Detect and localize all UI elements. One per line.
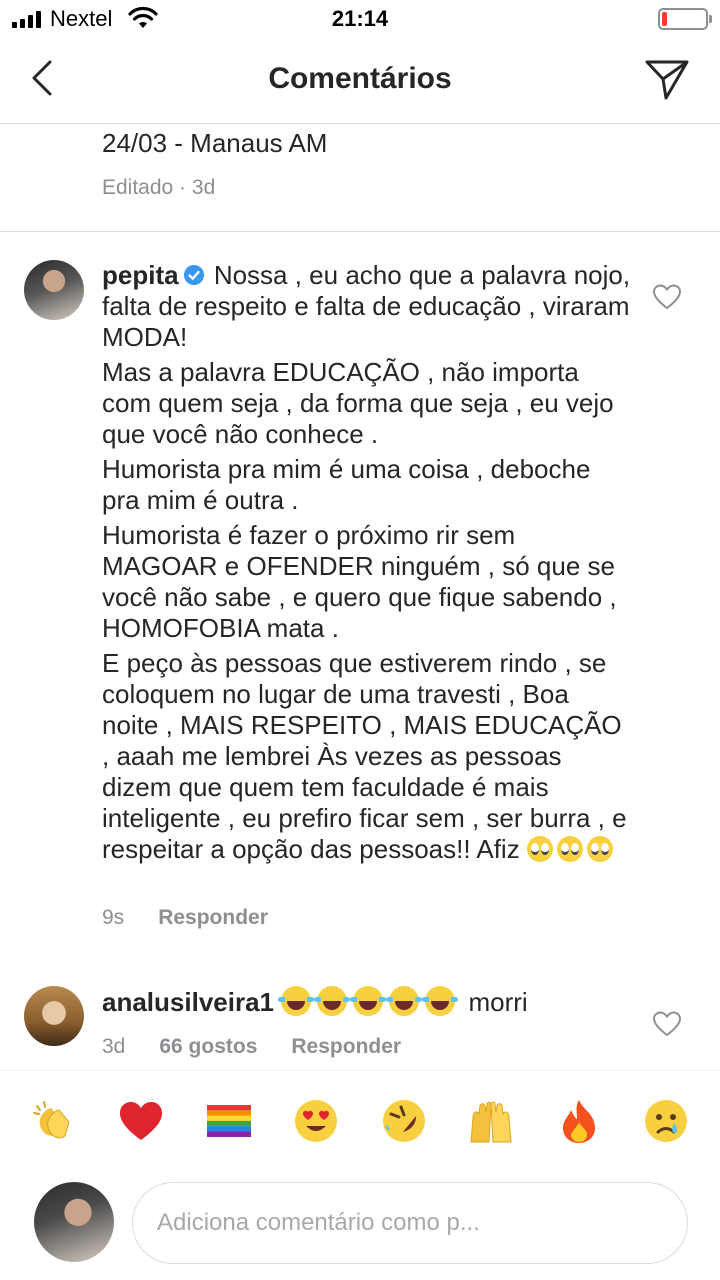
comment-pepita: pepita Nossa , eu acho que a palavra noj… [102, 260, 632, 869]
direct-message-icon[interactable] [642, 54, 692, 104]
current-user-avatar [34, 1182, 114, 1262]
status-bar: Nextel 21:14 [0, 0, 720, 40]
heart-eyes-emoji-button[interactable] [292, 1097, 340, 1145]
caption-text: 24/03 - Manaus AM [102, 128, 328, 158]
rolling-on-floor-laughing-icon [382, 1099, 425, 1142]
rolling-eyes-emoji-icon [556, 836, 583, 862]
fire-emoji-button[interactable] [555, 1097, 603, 1145]
comment-time: 9s [102, 906, 125, 929]
verified-badge-icon [183, 265, 204, 285]
avatar-pepita[interactable] [24, 260, 84, 320]
navigation-header: Comentários [0, 40, 720, 124]
comment-text-part: morri [468, 987, 528, 1017]
username-pepita[interactable]: pepita [102, 260, 179, 290]
page-title: Comentários [268, 62, 452, 95]
comment-input[interactable] [132, 1182, 688, 1264]
raising-hands-icon [470, 1101, 512, 1142]
tears-of-joy-emoji-icon [278, 986, 315, 1016]
comment-actions: 9s Responder [102, 906, 268, 930]
raising-hands-emoji-button[interactable] [467, 1097, 515, 1145]
comment-paragraph: Humorista pra mim é uma coisa , deboche … [102, 454, 591, 515]
divider [0, 231, 720, 232]
comment-actions: 3d 66 gostos Responder [102, 1035, 401, 1059]
comment-paragraph: E peço às pessoas que estiverem rindo , … [102, 648, 632, 865]
battery-icon [658, 8, 712, 30]
like-heart-icon[interactable] [652, 283, 682, 311]
comment-paragraph: Mas a palavra EDUCAÇÃO , não importa com… [102, 357, 614, 449]
comment-analusilveira1: analusilveira1 morri [102, 986, 632, 1022]
rolling-eyes-emoji-icon [526, 836, 553, 862]
like-heart-icon[interactable] [652, 1010, 682, 1038]
avatar-analusilveira1[interactable] [24, 986, 84, 1046]
clapping-hands-icon [32, 1100, 70, 1138]
comment-text-part: E peço às pessoas que estiverem rindo , … [102, 648, 627, 864]
tears-of-joy-emoji-icon [386, 986, 423, 1016]
comment-paragraph: analusilveira1 morri [102, 986, 632, 1018]
crying-face-emoji-button[interactable] [642, 1097, 690, 1145]
red-heart-icon [120, 1101, 163, 1140]
fire-icon [562, 1099, 595, 1143]
comment-paragraph: pepita Nossa , eu acho que a palavra noj… [102, 260, 632, 353]
caption-meta: Editado · 3d [102, 176, 216, 199]
tears-of-joy-emoji-icon [422, 986, 459, 1016]
reply-button[interactable]: Responder [291, 1035, 401, 1059]
heart-eyes-icon [295, 1099, 338, 1142]
tears-of-joy-emoji-icon [350, 986, 387, 1016]
comment-text-part: Nossa , eu acho que a palavra nojo, falt… [102, 260, 631, 352]
clapping-hands-emoji-button[interactable] [30, 1097, 78, 1145]
rofl-emoji-button[interactable] [380, 1097, 428, 1145]
red-heart-emoji-button[interactable] [117, 1097, 165, 1145]
comment-paragraph: Humorista é fazer o próximo rir sem MAGO… [102, 520, 617, 643]
rainbow-flag-icon [206, 1104, 251, 1137]
reply-button[interactable]: Responder [158, 906, 268, 930]
rainbow-flag-emoji-button[interactable] [205, 1097, 253, 1145]
emoji-quick-bar [0, 1070, 720, 1170]
likes-count[interactable]: 66 gostos [159, 1035, 257, 1059]
rolling-eyes-emoji-icon [586, 836, 613, 862]
comment-time: 3d [102, 1035, 126, 1058]
tears-of-joy-emoji-icon [314, 986, 351, 1016]
clock: 21:14 [331, 6, 389, 31]
username-analusilveira1[interactable]: analusilveira1 [102, 987, 274, 1017]
crying-face-icon [645, 1099, 688, 1142]
comment-input-row [0, 1170, 720, 1280]
